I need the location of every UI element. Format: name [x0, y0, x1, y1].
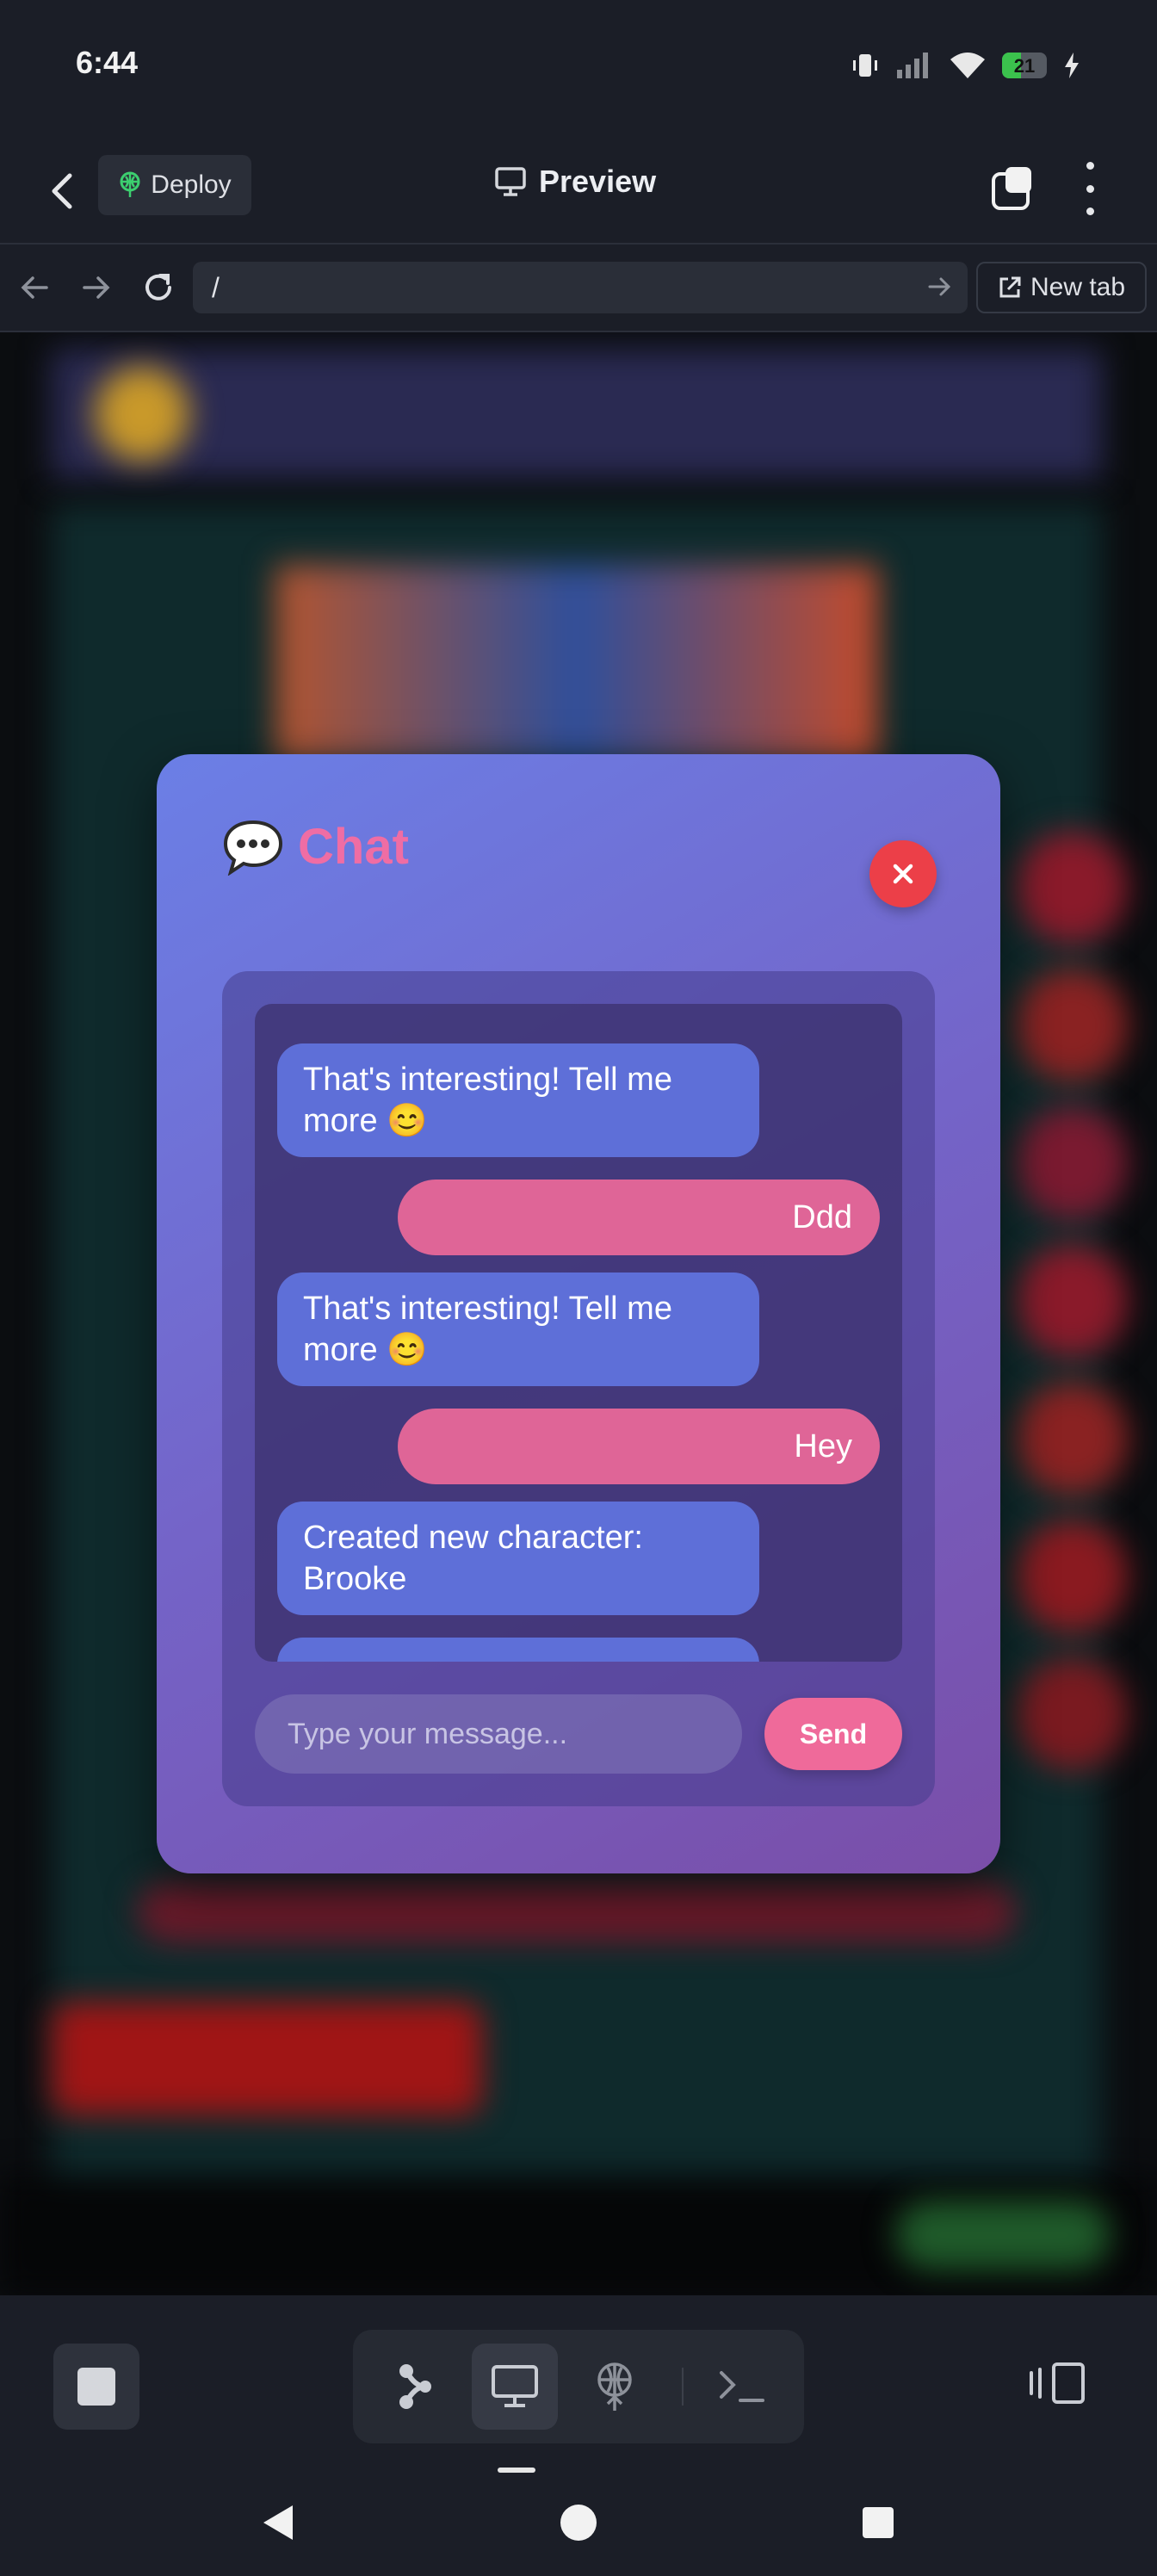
- android-nav-bar: [0, 2468, 1157, 2576]
- tabs-button[interactable]: [990, 165, 1036, 212]
- arrow-right-icon: [83, 276, 110, 299]
- nav-home-icon[interactable]: [560, 2504, 597, 2542]
- close-chat-button[interactable]: [869, 840, 937, 907]
- deploy-icon: [597, 2362, 632, 2411]
- status-bar: 6:44 21: [0, 0, 1157, 129]
- app-header: Deploy Preview: [0, 129, 1157, 245]
- deploy-button[interactable]: Deploy: [98, 155, 251, 215]
- blurred-avatar: [95, 367, 189, 461]
- url-path: /: [212, 272, 220, 303]
- preview-title-text: Preview: [539, 164, 657, 199]
- agent-tool-button[interactable]: [372, 2344, 458, 2430]
- toolbar-divider: [682, 2368, 684, 2406]
- chat-modal: Chat That's interesting! Tell me more 😊 …: [157, 754, 1000, 1873]
- signal-icon: [897, 53, 928, 78]
- gesture-handle[interactable]: [498, 2468, 535, 2473]
- message-input-placeholder: Type your message...: [288, 1717, 568, 1750]
- external-link-icon: [999, 276, 1021, 298]
- send-button[interactable]: Send: [764, 1698, 902, 1770]
- tool-switcher: [353, 2330, 804, 2443]
- bot-message: That's interesting! Tell me more 😊: [277, 1273, 759, 1386]
- speech-bubble-icon: [223, 820, 283, 876]
- reload-button[interactable]: [136, 265, 181, 310]
- back-button[interactable]: [34, 164, 90, 219]
- bottom-toolbar: [0, 2295, 1157, 2468]
- message-list[interactable]: That's interesting! Tell me more 😊 Ddd T…: [255, 1004, 902, 1662]
- reload-icon: [145, 274, 171, 300]
- message-input[interactable]: Type your message...: [255, 1694, 742, 1774]
- terminal-tool-button[interactable]: [699, 2344, 785, 2430]
- more-menu-button[interactable]: [1071, 162, 1109, 215]
- wifi-icon: [950, 53, 985, 78]
- chat-title: Chat: [298, 819, 409, 875]
- monitor-icon: [492, 2365, 538, 2407]
- close-icon: [893, 864, 913, 884]
- split-view-button[interactable]: [1030, 2357, 1090, 2418]
- user-message: Ddd: [398, 1180, 880, 1255]
- bot-message-partial: [277, 1638, 759, 1662]
- charging-icon: [1065, 53, 1079, 78]
- bot-message: That's interesting! Tell me more 😊: [277, 1043, 759, 1157]
- deploy-label: Deploy: [151, 170, 232, 199]
- new-tab-label: New tab: [1030, 273, 1126, 301]
- bot-message: Created new character: Brooke: [277, 1502, 759, 1615]
- blurred-banner: [275, 565, 878, 763]
- tabs-icon: [992, 167, 1031, 210]
- vibrate-icon: [853, 54, 877, 77]
- status-icons: 21: [851, 48, 1081, 83]
- url-bar: / New tab: [0, 245, 1157, 332]
- browser-back-button[interactable]: [12, 265, 57, 310]
- url-input[interactable]: /: [193, 262, 968, 313]
- nav-back-icon[interactable]: [258, 2502, 296, 2543]
- terminal-icon: [720, 2371, 764, 2402]
- stop-button[interactable]: [53, 2344, 139, 2430]
- monitor-icon: [495, 167, 526, 196]
- arrow-left-icon: [21, 276, 48, 299]
- user-message: Hey: [398, 1409, 880, 1484]
- new-tab-button[interactable]: New tab: [976, 262, 1147, 313]
- battery-level: 21: [1013, 55, 1036, 77]
- agent-nodes-icon: [399, 2364, 431, 2409]
- chat-header: Chat: [222, 818, 409, 876]
- globe-deploy-icon: [120, 171, 140, 197]
- more-vert-icon: [1086, 162, 1094, 170]
- stop-square-icon: [77, 2368, 115, 2406]
- status-time: 6:44: [76, 45, 139, 80]
- split-view-icon: [1030, 2362, 1085, 2404]
- blurred-header: [52, 350, 1102, 479]
- preview-tool-button[interactable]: [472, 2344, 558, 2430]
- nav-recents-icon[interactable]: [861, 2505, 895, 2540]
- preview-title: Preview: [494, 164, 656, 200]
- chat-panel: That's interesting! Tell me more 😊 Ddd T…: [222, 971, 935, 1806]
- blurred-circle: [1016, 832, 1128, 944]
- chevron-left-icon: [52, 173, 72, 209]
- battery-icon: 21: [1002, 53, 1047, 78]
- browser-forward-button[interactable]: [74, 265, 119, 310]
- go-arrow-icon[interactable]: [928, 272, 952, 301]
- deploy-tool-button[interactable]: [572, 2344, 658, 2430]
